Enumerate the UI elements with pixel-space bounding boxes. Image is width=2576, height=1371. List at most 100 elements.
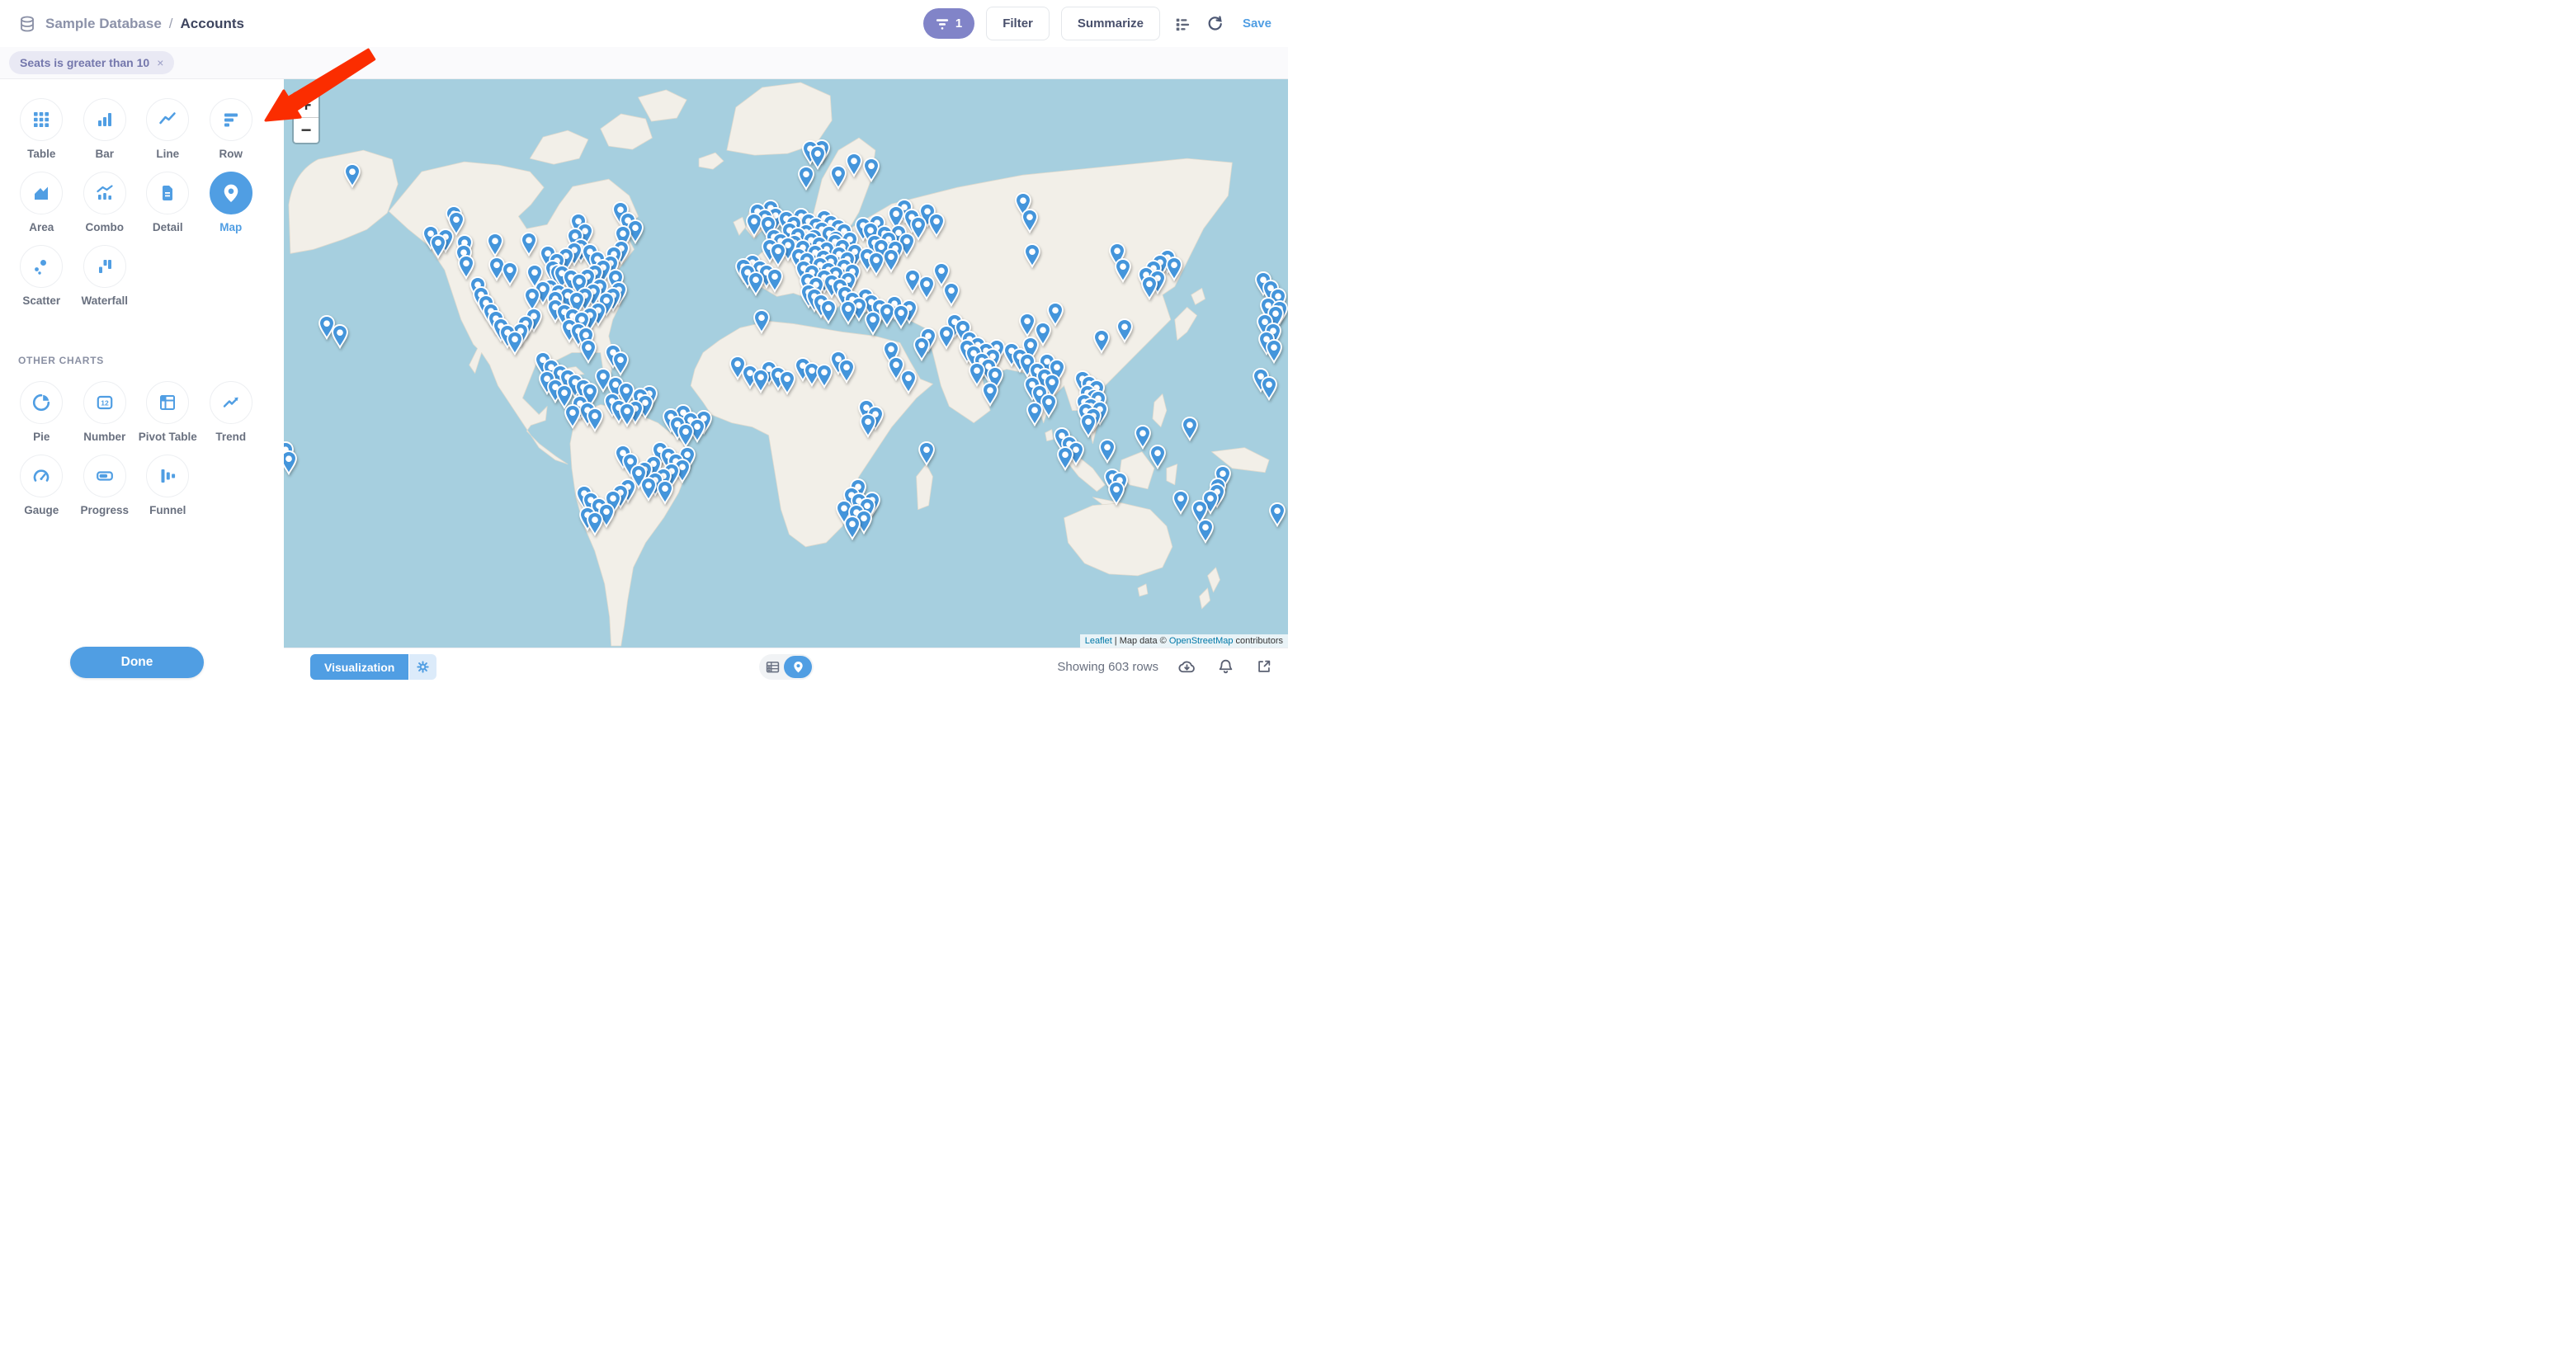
viz-type-funnel[interactable]: Funnel [136, 455, 200, 528]
map-marker[interactable] [839, 300, 856, 325]
download-icon[interactable] [1176, 656, 1197, 677]
viz-type-pie[interactable]: Pie [10, 381, 73, 455]
map-marker[interactable] [893, 304, 910, 329]
refresh-icon[interactable] [1205, 13, 1226, 35]
viz-type-line[interactable]: Line [136, 98, 200, 172]
map-marker[interactable] [587, 511, 604, 536]
map-marker[interactable] [1018, 313, 1036, 337]
breadcrumb-database[interactable]: Sample Database [45, 16, 162, 32]
viz-type-map[interactable]: Map [200, 172, 263, 245]
map-canvas[interactable]: + − Leaflet | Map data © OpenStreetMap c… [284, 79, 1288, 648]
save-button[interactable]: Save [1243, 16, 1271, 31]
expand-icon[interactable] [1253, 656, 1275, 677]
map-marker[interactable] [1268, 502, 1286, 527]
map-marker[interactable] [797, 166, 814, 191]
map-marker[interactable] [1107, 481, 1125, 506]
filter-chip-label[interactable]: Seats is greater than 10 [20, 56, 149, 69]
map-marker[interactable] [579, 339, 597, 364]
map-marker[interactable] [1197, 519, 1215, 544]
filter-chip[interactable]: Seats is greater than 10 × [9, 51, 174, 74]
map-marker[interactable] [587, 408, 604, 432]
map-marker[interactable] [1265, 339, 1282, 364]
map-marker[interactable] [938, 325, 955, 350]
viz-type-progress[interactable]: Progress [73, 455, 137, 528]
viz-type-number[interactable]: 12 Number [73, 381, 137, 455]
map-marker[interactable] [1021, 209, 1039, 233]
map-marker[interactable] [520, 232, 537, 257]
map-marker[interactable] [1260, 376, 1277, 401]
map-marker[interactable] [928, 213, 946, 238]
map-marker[interactable] [837, 359, 855, 384]
map-marker[interactable] [1141, 276, 1158, 300]
map-marker[interactable] [918, 276, 935, 300]
map-marker[interactable] [1079, 413, 1097, 438]
viz-type-detail[interactable]: Detail [136, 172, 200, 245]
map-marker[interactable] [1026, 402, 1044, 426]
map-marker[interactable] [862, 158, 880, 182]
map-marker[interactable] [1181, 417, 1198, 441]
map-marker[interactable] [981, 382, 998, 407]
map-marker[interactable] [1172, 490, 1189, 515]
zoom-out-button[interactable]: − [294, 118, 318, 143]
viz-type-scatter[interactable]: Scatter [10, 245, 73, 318]
viz-type-pivot-table[interactable]: Pivot Table [136, 381, 200, 455]
map-marker[interactable] [747, 271, 764, 296]
map-marker[interactable] [1116, 318, 1133, 343]
map-marker[interactable] [778, 370, 795, 395]
map-marker[interactable] [611, 351, 629, 376]
map-marker[interactable] [564, 404, 582, 429]
map-marker[interactable] [501, 261, 518, 286]
map-marker[interactable] [1115, 258, 1132, 283]
map-marker[interactable] [843, 516, 861, 540]
map-marker[interactable] [284, 450, 298, 475]
active-filter-count-pill[interactable]: 1 [923, 8, 974, 39]
visualization-settings-button[interactable] [409, 654, 436, 680]
map-marker[interactable] [639, 477, 657, 502]
map-marker[interactable] [767, 268, 784, 293]
map-marker[interactable] [829, 165, 847, 190]
map-marker[interactable] [1149, 445, 1166, 469]
map-marker[interactable] [819, 299, 837, 324]
map-marker[interactable] [1023, 243, 1040, 268]
viz-type-table[interactable]: Table [10, 98, 73, 172]
map-view-button[interactable] [784, 656, 812, 678]
viz-type-waterfall[interactable]: Waterfall [73, 245, 137, 318]
map-marker[interactable] [815, 364, 833, 389]
viz-type-bar[interactable]: Bar [73, 98, 137, 172]
map-marker[interactable] [943, 282, 960, 307]
viz-type-trend[interactable]: Trend [200, 381, 263, 455]
map-marker[interactable] [1092, 329, 1110, 354]
map-marker[interactable] [506, 331, 523, 356]
map-marker[interactable] [860, 413, 877, 438]
summarize-button[interactable]: Summarize [1061, 7, 1160, 40]
map-marker[interactable] [846, 153, 863, 177]
viz-type-combo[interactable]: Combo [73, 172, 137, 245]
remove-filter-icon[interactable]: × [157, 56, 163, 69]
map-marker[interactable] [883, 248, 900, 273]
map-marker[interactable] [899, 370, 917, 394]
filter-button[interactable]: Filter [986, 7, 1050, 40]
editor-toggle-icon[interactable] [1172, 13, 1193, 35]
map-marker[interactable] [753, 369, 770, 393]
bell-icon[interactable] [1215, 656, 1236, 677]
viz-type-area[interactable]: Area [10, 172, 73, 245]
map-marker[interactable] [865, 311, 882, 336]
map-marker[interactable] [1098, 439, 1116, 464]
map-marker[interactable] [343, 163, 361, 188]
map-marker[interactable] [868, 252, 885, 276]
viz-type-gauge[interactable]: Gauge [10, 455, 73, 528]
map-marker[interactable] [918, 441, 935, 466]
map-marker[interactable] [1056, 446, 1073, 471]
map-marker[interactable] [430, 234, 447, 259]
viz-type-row[interactable]: Row [200, 98, 263, 172]
map-marker[interactable] [332, 324, 349, 349]
map-marker[interactable] [619, 403, 636, 427]
map-marker[interactable] [486, 233, 503, 257]
done-button[interactable]: Done [70, 647, 204, 678]
visualization-button[interactable]: Visualization [310, 654, 408, 680]
map-marker[interactable] [657, 480, 674, 505]
openstreetmap-link[interactable]: OpenStreetMap [1169, 636, 1234, 646]
map-marker[interactable] [1166, 257, 1183, 281]
leaflet-link[interactable]: Leaflet [1085, 636, 1112, 646]
breadcrumb-table[interactable]: Accounts [181, 16, 244, 32]
